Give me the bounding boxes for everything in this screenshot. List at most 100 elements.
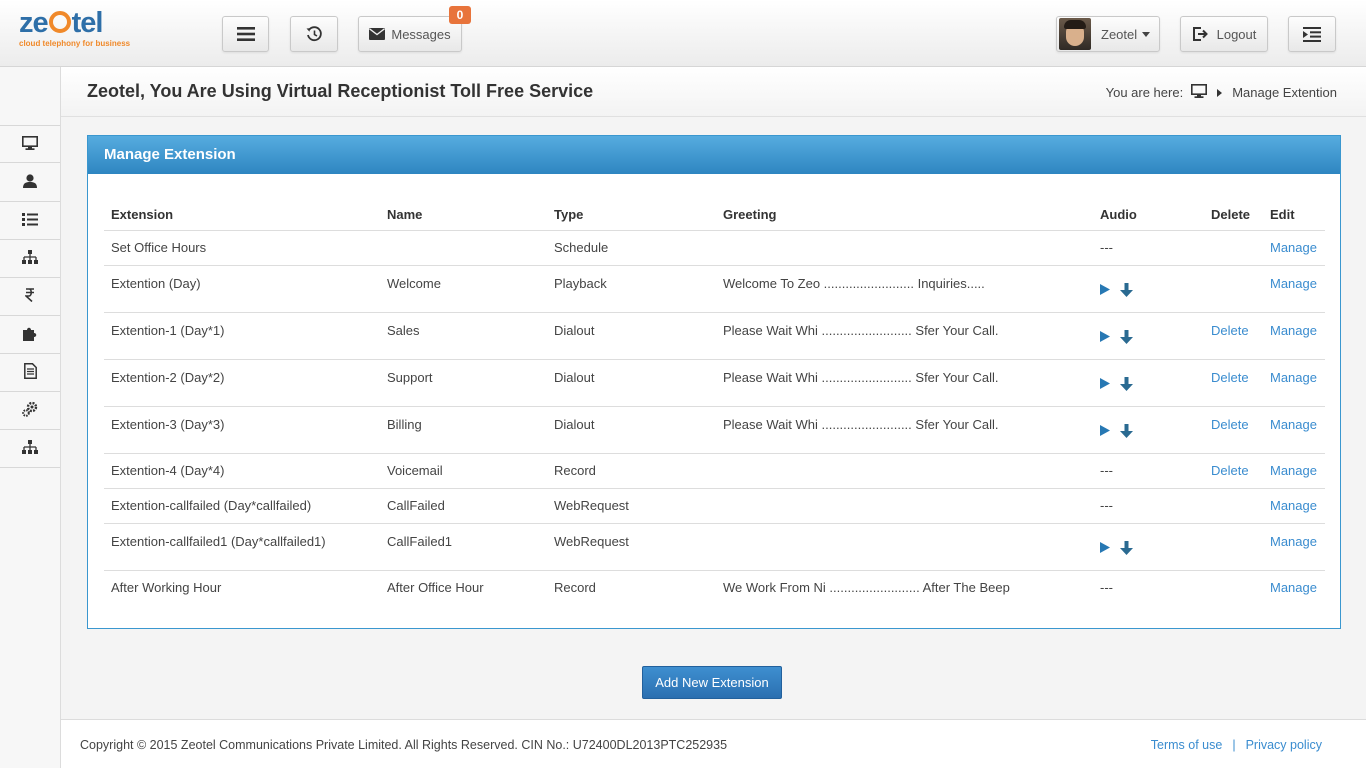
manage-link[interactable]: Manage [1263, 488, 1325, 524]
top-bar: ze tel cloud telephony for business Messa… [0, 0, 1366, 67]
play-icon[interactable] [1100, 425, 1110, 436]
col-name: Name [380, 200, 547, 231]
sidebar-item-ivr-flow[interactable] [0, 240, 60, 278]
breadcrumb-prefix: You are here: [1105, 85, 1184, 100]
chevron-right-icon [1217, 85, 1223, 100]
puzzle-icon [22, 326, 38, 344]
table-row: Extention-2 (Day*2) Support Dialout Please … [104, 359, 1325, 407]
play-icon[interactable] [1100, 542, 1110, 553]
cell-name: After Office Hour [387, 580, 484, 596]
manage-link[interactable]: Manage [1263, 230, 1325, 266]
play-icon[interactable] [1100, 284, 1110, 295]
table-row: Extention-4 (Day*4) Voicemail Record --- Del… [104, 453, 1325, 489]
col-delete: Delete [1204, 200, 1263, 231]
breadcrumb-current: Manage Extention [1232, 85, 1337, 100]
cell-audio: --- [1093, 230, 1204, 266]
cell-extension: Extention-callfailed (Day*callfailed) [104, 488, 380, 524]
cell-name: Sales [380, 312, 547, 360]
cell-audio [1093, 523, 1204, 571]
indent-icon [1303, 26, 1321, 42]
manage-link[interactable]: Manage [1263, 265, 1325, 313]
logout-button[interactable]: Logout [1180, 16, 1268, 52]
download-icon[interactable] [1120, 423, 1133, 438]
manage-link[interactable]: Manage [1263, 312, 1325, 360]
cell-extension: Extention-callfailed1 (Day*callfailed1) [104, 523, 380, 571]
copyright-text: Copyright © 2015 Zeotel Communications P… [80, 738, 728, 752]
user-menu-button[interactable]: Zeotel [1056, 16, 1160, 52]
monitor-icon[interactable] [1191, 84, 1208, 101]
cell-extension: After Working Hour [111, 580, 222, 596]
delete-link[interactable]: Delete [1204, 406, 1263, 454]
col-edit: Edit [1263, 200, 1325, 231]
messages-label: Messages [391, 26, 451, 42]
messages-button[interactable]: Messages [358, 16, 462, 52]
play-icon[interactable] [1100, 378, 1110, 389]
download-icon[interactable] [1120, 329, 1133, 344]
footer-separator: | [1232, 738, 1236, 752]
add-new-extension-button[interactable]: Add New Extension [642, 666, 782, 699]
cell-name: Voicemail [380, 453, 547, 489]
delete-link[interactable]: Delete [1204, 453, 1263, 489]
cell-name: CallFailed1 [380, 523, 547, 571]
cell-greeting [716, 453, 1093, 489]
col-audio: Audio [1093, 200, 1204, 231]
cell-type: Record [554, 580, 596, 596]
cell-type: WebRequest [547, 488, 716, 524]
manage-link[interactable]: Manage [1263, 570, 1325, 605]
cell-extension: Extention-3 (Day*3) [104, 406, 380, 454]
document-icon [23, 363, 37, 382]
cell-type: Dialout [547, 406, 716, 454]
logo-ring-icon [48, 11, 71, 33]
collapse-sidebar-button[interactable] [1288, 16, 1336, 52]
cell-name: Billing [380, 406, 547, 454]
rupee-icon [23, 288, 35, 305]
sidebar-item-addons[interactable] [0, 316, 60, 354]
privacy-policy-link[interactable]: Privacy policy [1246, 738, 1322, 752]
manage-link[interactable]: Manage [1263, 453, 1325, 489]
cell-greeting: Please Wait Whi ........................… [716, 406, 1093, 454]
cell-audio [1093, 312, 1204, 360]
avatar [1059, 18, 1091, 50]
table-row: After Working Hour After Office Hour Recor… [104, 570, 1325, 605]
history-button[interactable] [290, 16, 338, 52]
envelope-icon [369, 28, 386, 40]
sidebar-item-dashboard[interactable] [0, 125, 60, 163]
cell-extension: Extention-2 (Day*2) [104, 359, 380, 407]
messages-count-badge: 0 [449, 6, 471, 24]
manage-link[interactable]: Manage [1263, 406, 1325, 454]
cell-extension: Set Office Hours [104, 230, 380, 266]
cell-type: Dialout [547, 312, 716, 360]
terms-of-use-link[interactable]: Terms of use [1151, 738, 1223, 752]
sidebar-item-reports[interactable] [0, 354, 60, 392]
table-row: Extention-3 (Day*3) Billing Dialout Please … [104, 406, 1325, 454]
cell-audio [1093, 359, 1204, 407]
cell-greeting: Welcome To Zeo .........................… [716, 265, 1093, 313]
delete-link[interactable]: Delete [1204, 359, 1263, 407]
footer: Copyright © 2015 Zeotel Communications P… [61, 719, 1366, 768]
delete-link[interactable]: Delete [1204, 312, 1263, 360]
download-icon[interactable] [1120, 282, 1133, 297]
manage-link[interactable]: Manage [1263, 359, 1325, 407]
download-icon[interactable] [1120, 376, 1133, 391]
manage-link[interactable]: Manage [1263, 523, 1325, 571]
table-row: Extention-callfailed1 (Day*callfailed1) C… [104, 523, 1325, 571]
cell-audio [1093, 406, 1204, 454]
col-greeting: Greeting [716, 200, 1093, 231]
table-row: Extention-1 (Day*1) Sales Dialout Please Wa… [104, 312, 1325, 360]
download-icon[interactable] [1120, 540, 1133, 555]
cell-name [380, 230, 547, 266]
breadcrumb: You are here: Manage Extention [1100, 84, 1337, 101]
sitemap-icon [22, 249, 38, 268]
table-header-row: Extension Name Type Greeting Audio Delet… [104, 200, 1325, 231]
zeotel-logo[interactable]: ze tel cloud telephony for business [19, 8, 134, 52]
menu-toggle-button[interactable] [222, 16, 269, 52]
sidebar-item-hierarchy[interactable] [0, 430, 60, 468]
monitor-icon [22, 135, 38, 153]
footer-links: Terms of use | Privacy policy [1151, 738, 1322, 752]
cell-name: CallFailed [380, 488, 547, 524]
sidebar-item-profile[interactable] [0, 164, 60, 202]
sidebar-item-list[interactable] [0, 202, 60, 240]
sidebar-item-settings[interactable] [0, 392, 60, 430]
play-icon[interactable] [1100, 331, 1110, 342]
sidebar-item-billing[interactable] [0, 278, 60, 316]
